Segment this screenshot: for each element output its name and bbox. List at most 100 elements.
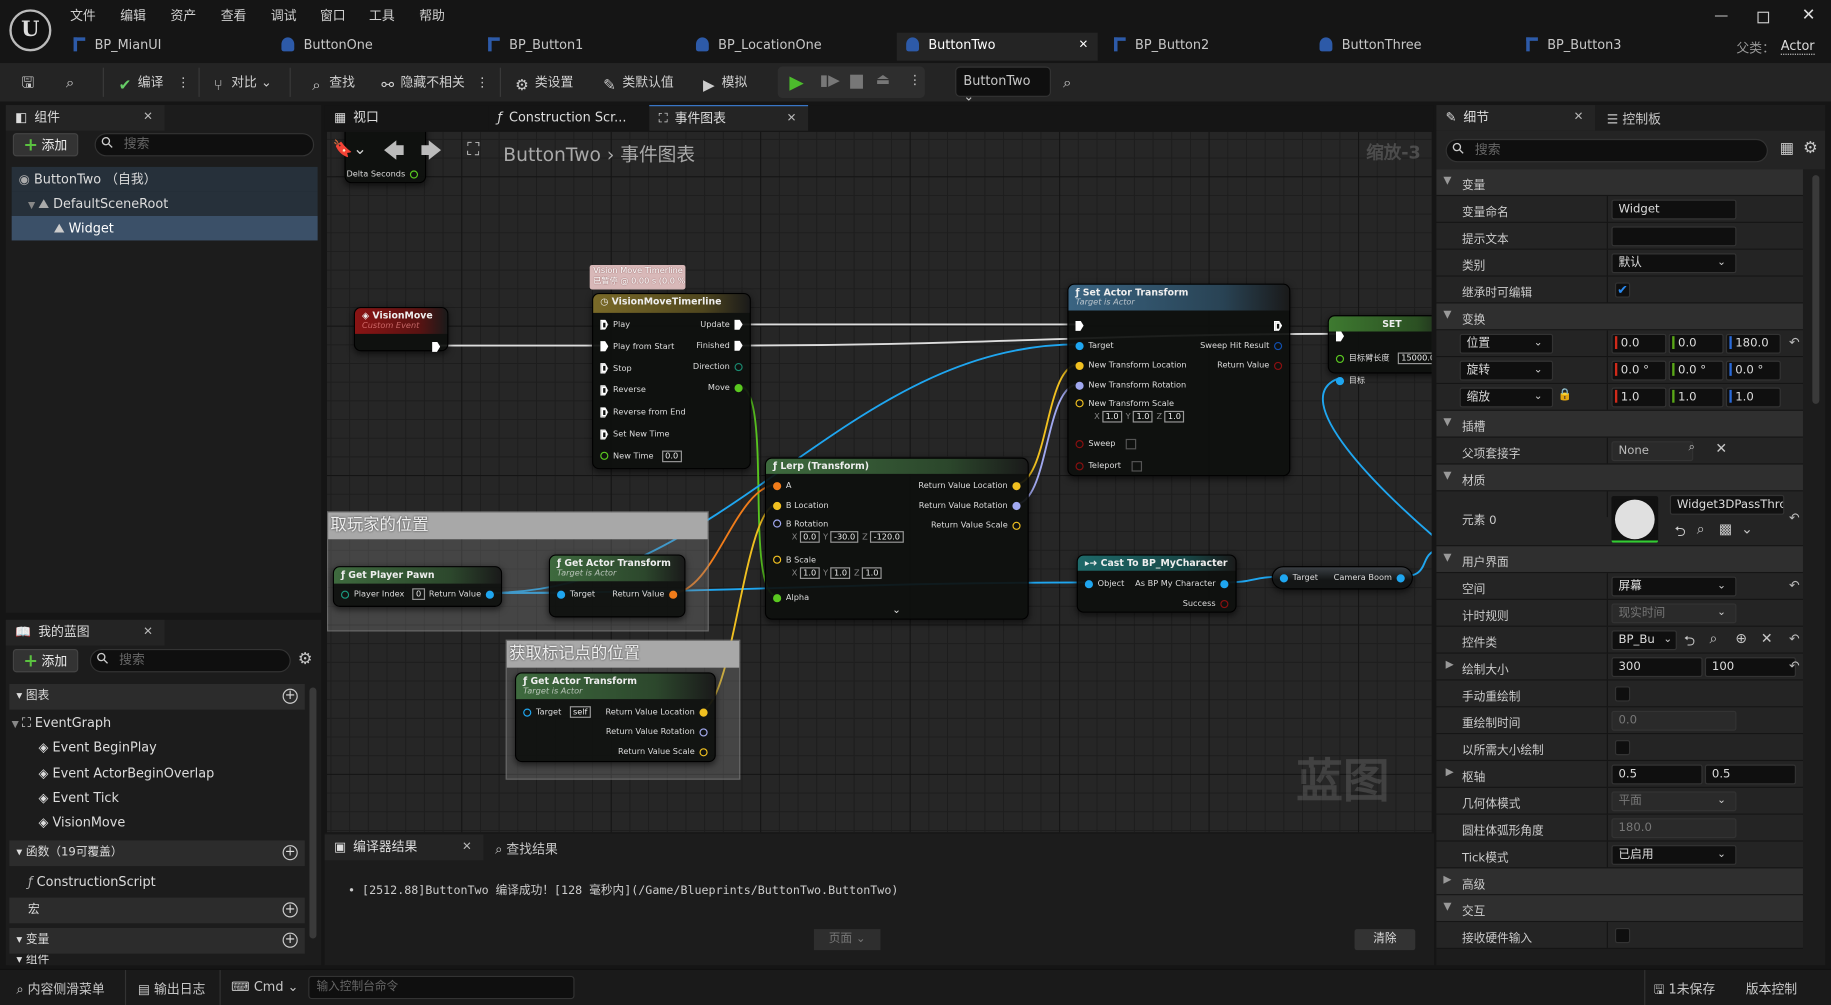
- output-log-button[interactable]: ▤ 输出日志: [138, 979, 206, 998]
- tree-item-widget[interactable]: ⛰ Widget: [11, 215, 318, 241]
- close-tab-icon[interactable]: ✕: [143, 620, 153, 646]
- exec-pin-icon[interactable]: [1335, 330, 1345, 342]
- data-pin-icon[interactable]: [773, 555, 782, 564]
- expand-arrow-icon[interactable]: ▶: [1446, 659, 1454, 671]
- console-input[interactable]: 输入控制台命令: [308, 975, 575, 1000]
- data-pin-icon[interactable]: [409, 169, 419, 179]
- clear-icon[interactable]: ✕: [1761, 630, 1773, 646]
- data-pin-icon[interactable]: [1075, 381, 1084, 390]
- expand-chevron-icon[interactable]: ⌄: [892, 605, 901, 617]
- data-pin-icon[interactable]: [773, 519, 782, 528]
- my-blueprint-search-input[interactable]: 搜索: [89, 648, 291, 673]
- input-pin[interactable]: Target: [557, 588, 600, 600]
- compile-button[interactable]: ✔ 编译 ⋮: [117, 72, 190, 94]
- pin-default-value[interactable]: 15000.0: [1397, 352, 1432, 365]
- class-dropdown[interactable]: BP_Bu ⌄: [1611, 630, 1677, 651]
- pin-checkbox[interactable]: [1131, 460, 1143, 471]
- menu-help[interactable]: 帮助: [419, 6, 445, 25]
- output-pin[interactable]: Finished: [692, 340, 743, 352]
- browse-icon[interactable]: ⌕: [1689, 441, 1696, 454]
- debug-object-dropdown[interactable]: ButtonTwo ⌄: [955, 66, 1051, 104]
- number-field[interactable]: 0.5: [1704, 764, 1796, 785]
- exec-pin-icon[interactable]: [1075, 320, 1084, 331]
- material-thumbnail[interactable]: [1611, 496, 1659, 543]
- pin-default-value[interactable]: self: [569, 706, 591, 718]
- add-graph-icon[interactable]: +: [282, 689, 298, 704]
- vector-field-z[interactable]: 0.0 °: [1725, 360, 1781, 381]
- doc-tab-bp_locationone[interactable]: BP_LocationOne: [687, 33, 897, 61]
- doc-tab-bp_button2[interactable]: BP_Button2: [1105, 33, 1311, 61]
- material-name-field[interactable]: Widget3DPassThroug: [1669, 494, 1785, 515]
- output-pin[interactable]: Return Value: [424, 588, 494, 600]
- doc-tab-bp_button1[interactable]: BP_Button1: [479, 33, 687, 61]
- dropdown[interactable]: 已启用 ⌄: [1611, 845, 1737, 865]
- section-label[interactable]: 高级: [1462, 874, 1485, 892]
- input-pin[interactable]: Target: [1279, 572, 1323, 584]
- hide-unrelated-button[interactable]: ⚯ 隐藏不相关 ⋮: [380, 72, 488, 94]
- transform-mode-dropdown[interactable]: 位置 ⌄: [1459, 333, 1554, 354]
- vector-field-x[interactable]: 1.0: [1611, 387, 1667, 408]
- input-pin[interactable]: New Transform Location: [1075, 360, 1191, 372]
- tab-my-blueprint[interactable]: 📖 我的蓝图 ✕: [5, 619, 165, 646]
- data-pin-icon[interactable]: [773, 593, 782, 602]
- tree-item-defaultsceneroot[interactable]: ▼ ⛰ DefaultSceneRoot: [11, 191, 318, 216]
- tab-compiler-results[interactable]: ▣ 编译器结果 ✕: [324, 834, 484, 861]
- tab-palette[interactable]: ☰ 控制板: [1607, 110, 1661, 129]
- output-pin[interactable]: [432, 341, 441, 353]
- more-icon[interactable]: ⋮: [908, 72, 921, 87]
- doc-tab-bp_button3[interactable]: BP_Button3: [1517, 33, 1716, 61]
- input-pin[interactable]: Teleport: [1075, 460, 1143, 472]
- input-pin[interactable]: Stop: [600, 363, 636, 375]
- section-label[interactable]: 变换: [1462, 309, 1485, 327]
- stop-icon[interactable]: [850, 74, 863, 89]
- menu-debug[interactable]: 调试: [271, 6, 297, 25]
- checkbox[interactable]: [1614, 686, 1631, 702]
- output-pin[interactable]: Move: [703, 382, 743, 394]
- content-drawer-button[interactable]: ⌕ 内容侧滑菜单: [16, 979, 104, 998]
- transform-mode-dropdown[interactable]: 旋转 ⌄: [1459, 360, 1554, 381]
- output-pin[interactable]: Return Value Rotation: [914, 500, 1021, 512]
- lock-icon[interactable]: 🔒: [1558, 389, 1573, 402]
- data-pin-icon[interactable]: [340, 590, 350, 599]
- data-pin-icon[interactable]: [699, 747, 708, 756]
- exec-pin-icon[interactable]: [734, 319, 743, 330]
- forward-icon[interactable]: 🡆: [420, 137, 442, 172]
- vector-field-y[interactable]: 0.0: [1668, 333, 1724, 354]
- simulate-button[interactable]: ▶ 模拟: [701, 72, 747, 94]
- output-pin[interactable]: Return Value Rotation: [601, 726, 708, 738]
- section-label[interactable]: 交互: [1462, 901, 1485, 919]
- tab-components[interactable]: ◧ 组件 ✕: [5, 105, 165, 131]
- add-component-button[interactable]: + 添加: [12, 133, 78, 157]
- output-pin[interactable]: Return Value: [1212, 360, 1283, 372]
- data-pin-icon[interactable]: [773, 501, 782, 510]
- dropdown[interactable]: 屏幕 ⌄: [1611, 576, 1737, 597]
- output-pin[interactable]: Sweep Hit Result: [1195, 340, 1283, 352]
- number-field[interactable]: 100: [1704, 657, 1796, 678]
- section-label[interactable]: 插槽: [1462, 417, 1485, 434]
- play-icon[interactable]: ▶: [789, 71, 803, 93]
- output-pin[interactable]: Return Value Location: [914, 480, 1021, 492]
- vector-component-x[interactable]: 1.0: [1102, 410, 1123, 423]
- input-pin[interactable]: Alpha: [773, 592, 814, 604]
- output-pin[interactable]: Success: [1178, 598, 1229, 610]
- exec-pin-icon[interactable]: [600, 385, 609, 396]
- input-pin[interactable]: Play from Start: [600, 341, 679, 353]
- output-pin[interactable]: Update: [696, 319, 743, 331]
- output-pin[interactable]: Camera Boom: [1329, 572, 1405, 584]
- data-pin-icon[interactable]: [669, 590, 678, 599]
- eject-icon[interactable]: ⏏: [876, 71, 890, 89]
- save-icon[interactable]: 🖫: [20, 72, 41, 92]
- data-pin-icon[interactable]: [1273, 341, 1283, 350]
- exec-pin-icon[interactable]: [432, 341, 441, 352]
- node-gpp[interactable]: ƒ Get Player Pawn Player Index 0 Return Val…: [332, 566, 503, 607]
- collapse-arrow-icon[interactable]: ▼: [1443, 417, 1451, 429]
- input-pin[interactable]: [1335, 330, 1345, 342]
- menu-asset[interactable]: 资产: [170, 6, 196, 25]
- tab-details[interactable]: ✎ 细节 ✕: [1436, 105, 1596, 131]
- output-pin[interactable]: Direction: [688, 361, 743, 373]
- input-pin[interactable]: Object: [1084, 578, 1129, 590]
- data-pin-icon[interactable]: [557, 590, 566, 599]
- input-pin[interactable]: [1075, 320, 1084, 332]
- input-pin[interactable]: Reverse from End: [600, 406, 690, 418]
- section-label[interactable]: 变量: [1462, 175, 1485, 193]
